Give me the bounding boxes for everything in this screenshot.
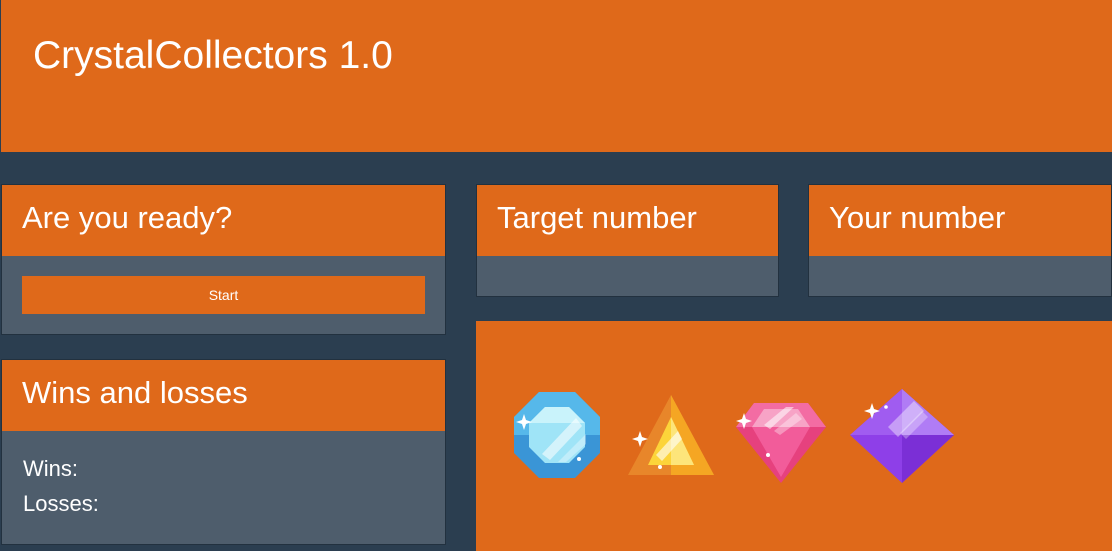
wins-losses-body: Wins: Losses: [2,431,445,544]
ready-panel-heading: Are you ready? [2,185,445,256]
page-title: CrystalCollectors 1.0 [33,34,393,77]
your-number-panel: Your number [808,184,1112,297]
wins-label: Wins: [23,456,78,481]
target-number-heading: Target number [477,185,778,256]
target-number-value [477,256,778,296]
pink-diamond-crystal-icon[interactable] [734,401,828,485]
orange-triangle-crystal-icon[interactable] [626,393,716,477]
your-number-value [809,256,1111,296]
ready-panel-body: Start [2,256,445,334]
wins-losses-panel: Wins and losses Wins: Losses: [1,359,446,545]
crystal-area [476,321,1112,551]
blue-octagon-crystal-icon[interactable] [512,390,602,480]
purple-gem-crystal-icon[interactable] [848,387,956,485]
wins-row: Wins: [23,451,424,486]
start-button[interactable]: Start [22,276,425,314]
ready-panel: Are you ready? Start [1,184,446,335]
wins-losses-heading: Wins and losses [2,360,445,431]
your-number-heading: Your number [809,185,1111,256]
target-number-panel: Target number [476,184,779,297]
losses-label: Losses: [23,491,99,516]
header-banner: CrystalCollectors 1.0 [1,0,1112,152]
losses-row: Losses: [23,486,424,521]
